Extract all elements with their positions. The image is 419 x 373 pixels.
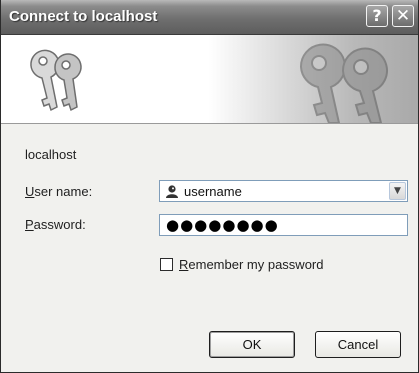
remember-checkbox[interactable] — [160, 258, 173, 271]
username-label: User name: — [25, 184, 92, 199]
user-icon — [166, 185, 178, 198]
connect-dialog: Connect to localhost ? ✕ localhost User … — [0, 0, 419, 373]
keys-watermark-icon — [299, 43, 388, 123]
password-field[interactable]: ●●●●●●●● — [159, 214, 408, 236]
close-button[interactable]: ✕ — [392, 5, 414, 27]
dialog-banner — [1, 35, 418, 123]
banner-divider — [1, 123, 418, 124]
title-bar[interactable]: Connect to localhost ? ✕ — [1, 0, 418, 35]
help-button[interactable]: ? — [366, 5, 388, 27]
username-value: username — [184, 184, 242, 199]
username-combobox[interactable]: username ▼ — [159, 180, 408, 202]
password-label-text: assword: — [33, 217, 86, 232]
chevron-down-icon[interactable]: ▼ — [389, 182, 406, 200]
host-label: localhost — [25, 147, 77, 162]
password-label: Password: — [25, 217, 86, 232]
password-accelerator: P — [25, 217, 34, 232]
username-label-text: ser name: — [34, 184, 93, 199]
remember-label-text: emember my password — [188, 257, 324, 272]
username-accelerator: U — [25, 184, 35, 199]
keys-icon — [30, 49, 82, 112]
remember-accelerator: R — [179, 257, 189, 272]
cancel-button[interactable]: Cancel — [315, 331, 401, 358]
ok-button[interactable]: OK — [209, 331, 295, 358]
dialog-title: Connect to localhost — [9, 8, 158, 25]
remember-label[interactable]: Remember my password — [179, 257, 324, 272]
